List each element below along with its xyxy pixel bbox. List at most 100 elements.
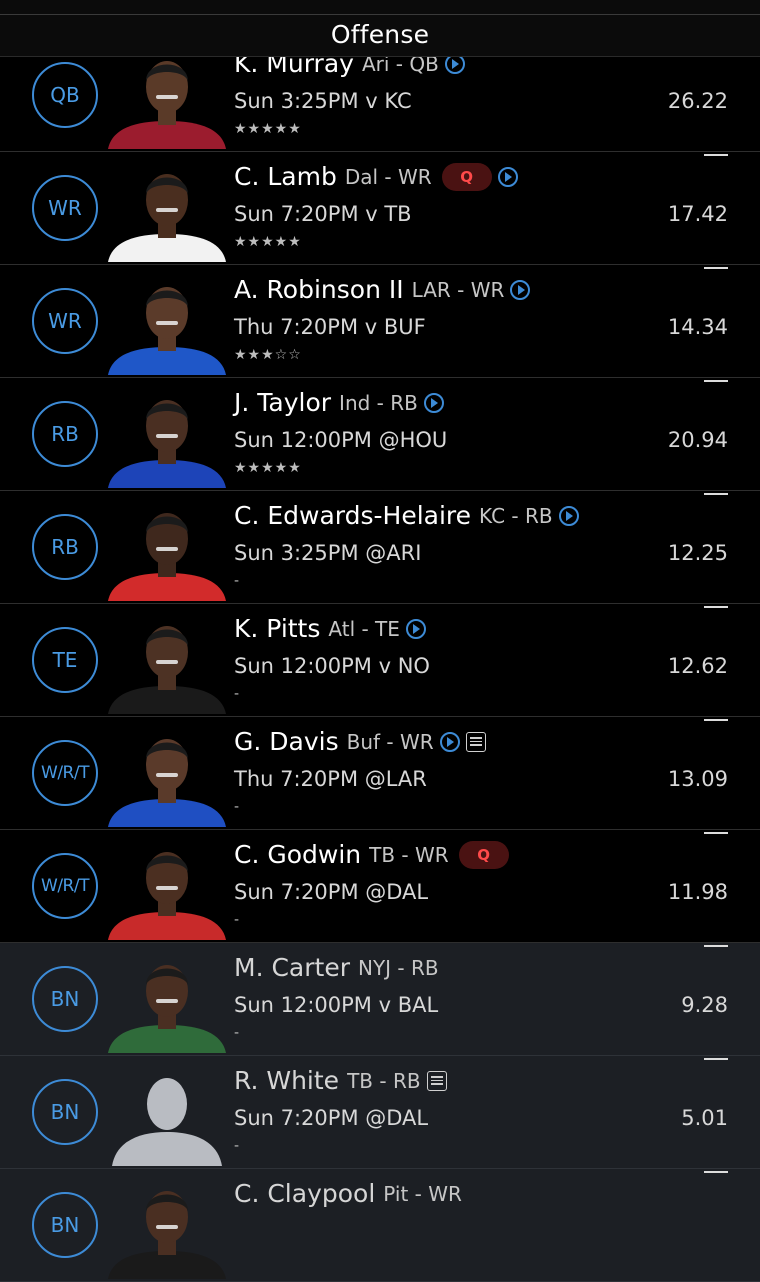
player-headshot[interactable] (102, 1175, 232, 1279)
player-name[interactable]: M. Carter (234, 953, 350, 982)
game-info: Sun 12:00PM @HOU (234, 428, 448, 452)
matchup-rating: ★★★☆☆ (234, 347, 302, 363)
player-headshot[interactable] (102, 497, 232, 601)
player-name-line: M. Carter NYJ - RB (234, 953, 439, 982)
player-team-position: NYJ - RB (357, 955, 439, 980)
game-info: Sun 3:25PM @ARI (234, 541, 422, 565)
player-name-line: C. Lamb Dal - WR Q (234, 162, 518, 191)
player-headshot[interactable] (102, 271, 232, 375)
news-note-icon[interactable] (465, 731, 486, 752)
player-name-line: J. Taylor Ind - RB (234, 388, 444, 417)
matchup-rating: ★★★★★ (234, 460, 302, 476)
player-team-position: KC - RB (479, 503, 553, 528)
player-team-position: Buf - WR (346, 729, 434, 754)
player-name[interactable]: A. Robinson II (234, 275, 404, 304)
position-slot-button[interactable]: W/R/T (32, 740, 98, 806)
player-headshot[interactable] (102, 158, 232, 262)
game-info: Sun 7:20PM v TB (234, 202, 412, 226)
position-slot-button[interactable]: BN (32, 966, 98, 1032)
player-name[interactable]: K. Pitts (234, 614, 320, 643)
player-team-position: TB - WR (369, 842, 449, 867)
position-slot-button[interactable]: RB (32, 401, 98, 467)
player-row[interactable]: RB C. Edwards-Helaire KC - RB Sun 3:25PM @… (0, 491, 760, 604)
player-name[interactable]: G. Davis (234, 727, 339, 756)
position-slot-button[interactable]: W/R/T (32, 853, 98, 919)
play-video-icon[interactable] (423, 392, 444, 413)
position-slot-button[interactable]: WR (32, 288, 98, 354)
player-headshot[interactable] (102, 836, 232, 940)
projected-points: 20.94 (667, 428, 728, 452)
player-headshot[interactable] (102, 45, 232, 149)
player-row[interactable]: W/R/T G. Davis Buf - WR Thu 7:20PM @LAR - 13… (0, 717, 760, 830)
actual-points-dash (704, 380, 728, 382)
game-info: Thu 7:20PM @LAR (234, 767, 427, 791)
player-team-position: Ind - RB (339, 390, 418, 415)
player-team-position: Atl - TE (328, 616, 400, 641)
player-row[interactable]: BN C. Claypool Pit - WR (0, 1169, 760, 1282)
player-headshot[interactable] (102, 723, 232, 827)
player-headshot[interactable] (102, 949, 232, 1053)
actual-points-dash (704, 945, 728, 947)
player-name[interactable]: C. Edwards-Helaire (234, 501, 471, 530)
game-info: Sun 12:00PM v NO (234, 654, 430, 678)
section-header: Offense (0, 0, 760, 57)
player-name-line: C. Godwin TB - WR Q (234, 840, 509, 869)
player-headshot[interactable] (102, 1062, 232, 1166)
play-video-icon[interactable] (405, 618, 426, 639)
matchup-rating: - (234, 1138, 241, 1154)
matchup-rating: ★★★★★ (234, 234, 302, 250)
player-row[interactable]: BN M. Carter NYJ - RB Sun 12:00PM v BAL - 9.… (0, 943, 760, 1056)
play-video-icon[interactable] (558, 505, 579, 526)
player-name[interactable]: C. Lamb (234, 162, 337, 191)
actual-points-dash (704, 267, 728, 269)
position-slot-button[interactable]: BN (32, 1192, 98, 1258)
player-row[interactable]: WR C. Lamb Dal - WR Q Sun 7:20PM v TB ★★★★★ 1… (0, 152, 760, 265)
player-name[interactable]: C. Godwin (234, 840, 361, 869)
play-video-icon[interactable] (510, 279, 531, 300)
player-headshot[interactable] (102, 384, 232, 488)
questionable-badge: Q (458, 840, 509, 869)
projected-points: 26.22 (667, 89, 728, 113)
actual-points-dash (704, 606, 728, 608)
matchup-rating: - (234, 799, 241, 815)
player-headshot[interactable] (102, 610, 232, 714)
play-video-icon[interactable] (439, 731, 460, 752)
position-slot-button[interactable]: WR (32, 175, 98, 241)
game-info: Sun 7:20PM @DAL (234, 1106, 429, 1130)
player-name[interactable]: C. Claypool (234, 1179, 375, 1208)
player-team-position: LAR - WR (411, 277, 505, 302)
matchup-rating: - (234, 573, 241, 589)
position-slot-button[interactable]: TE (32, 627, 98, 693)
player-name[interactable]: R. White (234, 1066, 339, 1095)
player-row[interactable]: RB J. Taylor Ind - RB Sun 12:00PM @HOU ★★★★… (0, 378, 760, 491)
game-info: Sun 12:00PM v BAL (234, 993, 439, 1017)
position-slot-button[interactable]: QB (32, 62, 98, 128)
player-name[interactable]: J. Taylor (234, 388, 331, 417)
position-slot-button[interactable]: BN (32, 1079, 98, 1145)
game-info: Sun 3:25PM v KC (234, 89, 412, 113)
player-team-position: TB - RB (347, 1068, 421, 1093)
player-row[interactable]: W/R/T C. Godwin TB - WR Q Sun 7:20PM @DAL - 1… (0, 830, 760, 943)
player-name-line: C. Claypool Pit - WR (234, 1179, 462, 1208)
play-video-icon[interactable] (497, 166, 518, 187)
player-row[interactable]: WR A. Robinson II LAR - WR Thu 7:20PM v BU… (0, 265, 760, 378)
questionable-badge: Q (441, 162, 492, 191)
actual-points-dash (704, 1171, 728, 1173)
actual-points-dash (704, 832, 728, 834)
player-name-line: G. Davis Buf - WR (234, 727, 486, 756)
matchup-rating: - (234, 912, 241, 928)
player-name-line: K. Pitts Atl - TE (234, 614, 426, 643)
matchup-rating: - (234, 1025, 241, 1041)
projected-points: 12.62 (667, 654, 728, 678)
projected-points: 17.42 (667, 202, 728, 226)
header-divider (0, 14, 760, 15)
player-row[interactable]: TE K. Pitts Atl - TE Sun 12:00PM v NO - 12.6… (0, 604, 760, 717)
player-row[interactable]: BN R. White TB - RB Sun 7:20PM @DAL - 5.01 (0, 1056, 760, 1169)
position-slot-button[interactable]: RB (32, 514, 98, 580)
projected-points: 11.98 (667, 880, 728, 904)
actual-points-dash (704, 493, 728, 495)
actual-points-dash (704, 154, 728, 156)
news-note-icon[interactable] (426, 1070, 447, 1091)
game-info: Thu 7:20PM v BUF (234, 315, 426, 339)
projected-points: 9.28 (681, 993, 728, 1017)
